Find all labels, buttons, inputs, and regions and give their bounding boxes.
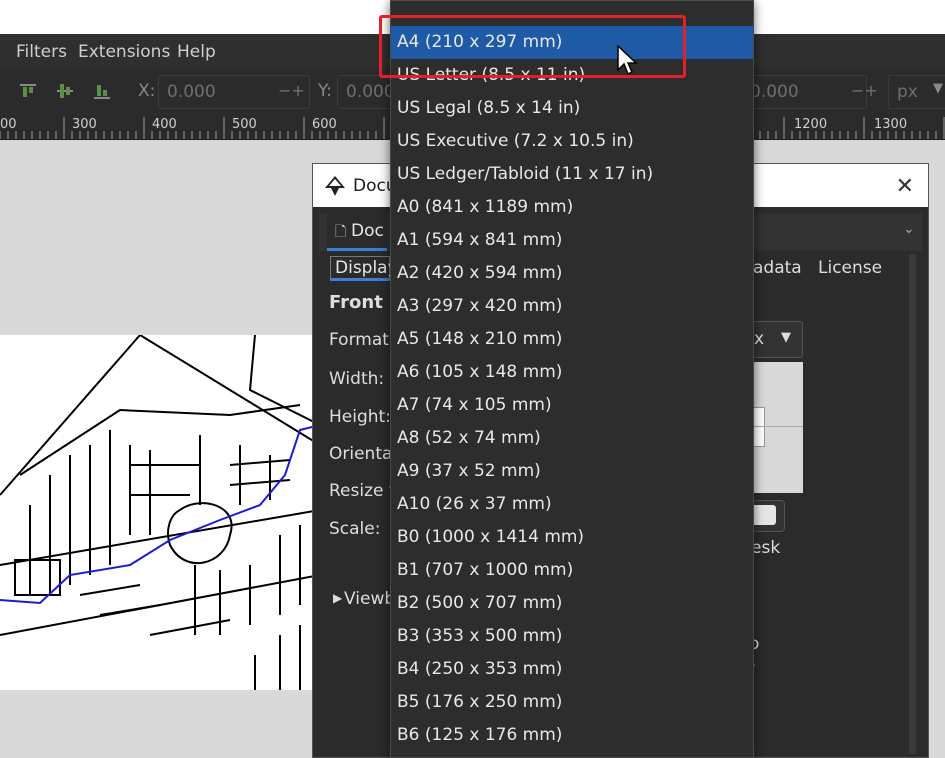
dropdown-item-label: B2 (500 x 707 mm) [397,593,563,613]
street-map-drawing [0,334,321,690]
document-icon: 🗋 [335,224,347,240]
dropdown-item[interactable]: A10 (26 x 37 mm) [391,488,753,521]
align-top-icon[interactable] [18,81,38,101]
align-bottom-icon[interactable] [92,81,112,101]
dropdown-item-label: A3 (297 x 420 mm) [397,296,563,316]
dropdown-item-label: B0 (1000 x 1414 mm) [397,527,585,547]
dropdown-item[interactable]: A6 (105 x 148 mm) [391,356,753,389]
dropdown-item[interactable]: A0 (841 x 1189 mm) [391,191,753,224]
dropdown-item-label: A7 (74 x 105 mm) [397,395,552,415]
dropdown-item-label: B6 (125 x 176 mm) [397,725,563,745]
dropdown-item-label: A9 (37 x 52 mm) [397,461,541,481]
x-value: 0.000 [167,82,216,102]
dropdown-item[interactable]: B3 (353 x 500 mm) [391,620,753,653]
dropdown-item-label: A10 (26 x 37 mm) [397,494,552,514]
dropdown-item-label: A1 (594 x 841 mm) [397,230,563,250]
dropdown-item[interactable]: A5 (148 x 210 mm) [391,323,753,356]
ruler-label: 400 [152,117,177,132]
ruler-label: 300 [72,117,97,132]
dropdown-item[interactable]: B0 (1000 x 1414 mm) [391,521,753,554]
inkscape-logo-icon [325,176,345,196]
dropdown-item[interactable]: A1 (594 x 841 mm) [391,224,753,257]
chevron-down-icon[interactable]: ⌄ [903,221,915,237]
dropdown-item[interactable]: B6 (125 x 176 mm) [391,719,753,752]
dropdown-item[interactable]: B5 (176 x 250 mm) [391,686,753,719]
dropdown-item-label: A5 (148 x 210 mm) [397,329,563,349]
unit-select-value: x [754,329,765,349]
dropdown-item-label: US Legal (8.5 x 14 in) [397,98,581,118]
unit-value: px [897,82,918,102]
menu-help[interactable]: Help [177,42,216,62]
red-highlight-box [379,15,686,78]
dropdown-item[interactable]: B2 (500 x 707 mm) [391,587,753,620]
dropdown-item-label: B3 (353 x 500 mm) [397,626,563,646]
y-label: Y: [318,81,332,101]
subtab-display[interactable]: Display [330,256,398,281]
dropdown-item[interactable]: A2 (420 x 594 mm) [391,257,753,290]
h-field[interactable]: 0.000 [745,75,867,109]
ruler-label: 00 [0,117,17,132]
dropdown-item[interactable]: A9 (37 x 52 mm) [391,455,753,488]
dropdown-item-label: US Ledger/Tabloid (11 x 17 in) [397,164,654,184]
chevron-down-icon: ▼ [781,330,791,345]
dropdown-item[interactable]: US Legal (8.5 x 14 in) [391,92,753,125]
width-label: Width: [329,369,385,389]
subtab-display-label: Display [335,258,398,278]
dropdown-item[interactable]: B1 (707 x 1000 mm) [391,554,753,587]
format-label: Format: [329,330,395,350]
orientation-label: Orientat [329,444,400,464]
h-value: 0.000 [750,82,799,102]
h-stepper[interactable]: −+ [851,81,878,100]
dropdown-item[interactable]: US Executive (7.2 x 10.5 in) [391,125,753,158]
ruler-label: 1300 [874,117,908,132]
desk-label: esk [751,538,781,558]
dropdown-item[interactable]: A7 (74 x 105 mm) [391,389,753,422]
dropdown-item-label: A2 (420 x 594 mm) [397,263,563,283]
dropdown-item-label: US Executive (7.2 x 10.5 in) [397,131,634,151]
scrollbar[interactable] [909,254,916,754]
menu-extensions[interactable]: Extensions [78,42,170,62]
dropdown-item-label: A6 (105 x 148 mm) [397,362,563,382]
dropdown-item[interactable]: A8 (52 x 74 mm) [391,422,753,455]
dropdown-item-label: A8 (52 x 74 mm) [397,428,541,448]
canvas-drawing[interactable] [0,334,321,690]
y-value: 0.000 [346,82,395,102]
tab-document-label: Doc [351,221,384,241]
close-icon[interactable]: ✕ [896,174,914,199]
dropdown-item[interactable]: B4 (250 x 353 mm) [391,653,753,686]
tab-document[interactable]: 🗋 Doc [327,213,387,251]
dropdown-item-label: B4 (250 x 353 mm) [397,659,563,679]
ruler-label: 1200 [794,117,828,132]
dropdown-item-label: B5 (176 x 250 mm) [397,692,563,712]
x-stepper[interactable]: −+ [278,81,305,100]
mouse-cursor-icon [617,45,638,76]
x-label: X: [138,81,156,101]
dropdown-item[interactable]: A3 (297 x 420 mm) [391,290,753,323]
dropdown-item[interactable]: US Ledger/Tabloid (11 x 17 in) [391,158,753,191]
menu-filters[interactable]: Filters [16,42,67,62]
unit-select[interactable]: px ▼ [888,75,945,109]
viewbox-label[interactable]: Viewb [344,589,395,609]
expander-arrow-icon[interactable]: ▶ [333,591,342,605]
page-format-dropdown-list[interactable]: A4 (210 x 297 mm) US Letter (8.5 x 11 in)… [390,0,754,758]
height-label: Height: [329,407,391,427]
align-middle-icon[interactable] [55,81,75,101]
ruler-label: 600 [312,117,337,132]
dropdown-item-label: B1 (707 x 1000 mm) [397,560,574,580]
chevron-down-icon: ▼ [933,81,943,96]
scale-label: Scale: [329,519,381,539]
ruler-label: 500 [232,117,257,132]
subtab-license-label[interactable]: License [818,258,882,278]
dropdown-item-label: A0 (841 x 1189 mm) [397,197,574,217]
subtab-metadata-label[interactable]: adata [753,258,802,278]
